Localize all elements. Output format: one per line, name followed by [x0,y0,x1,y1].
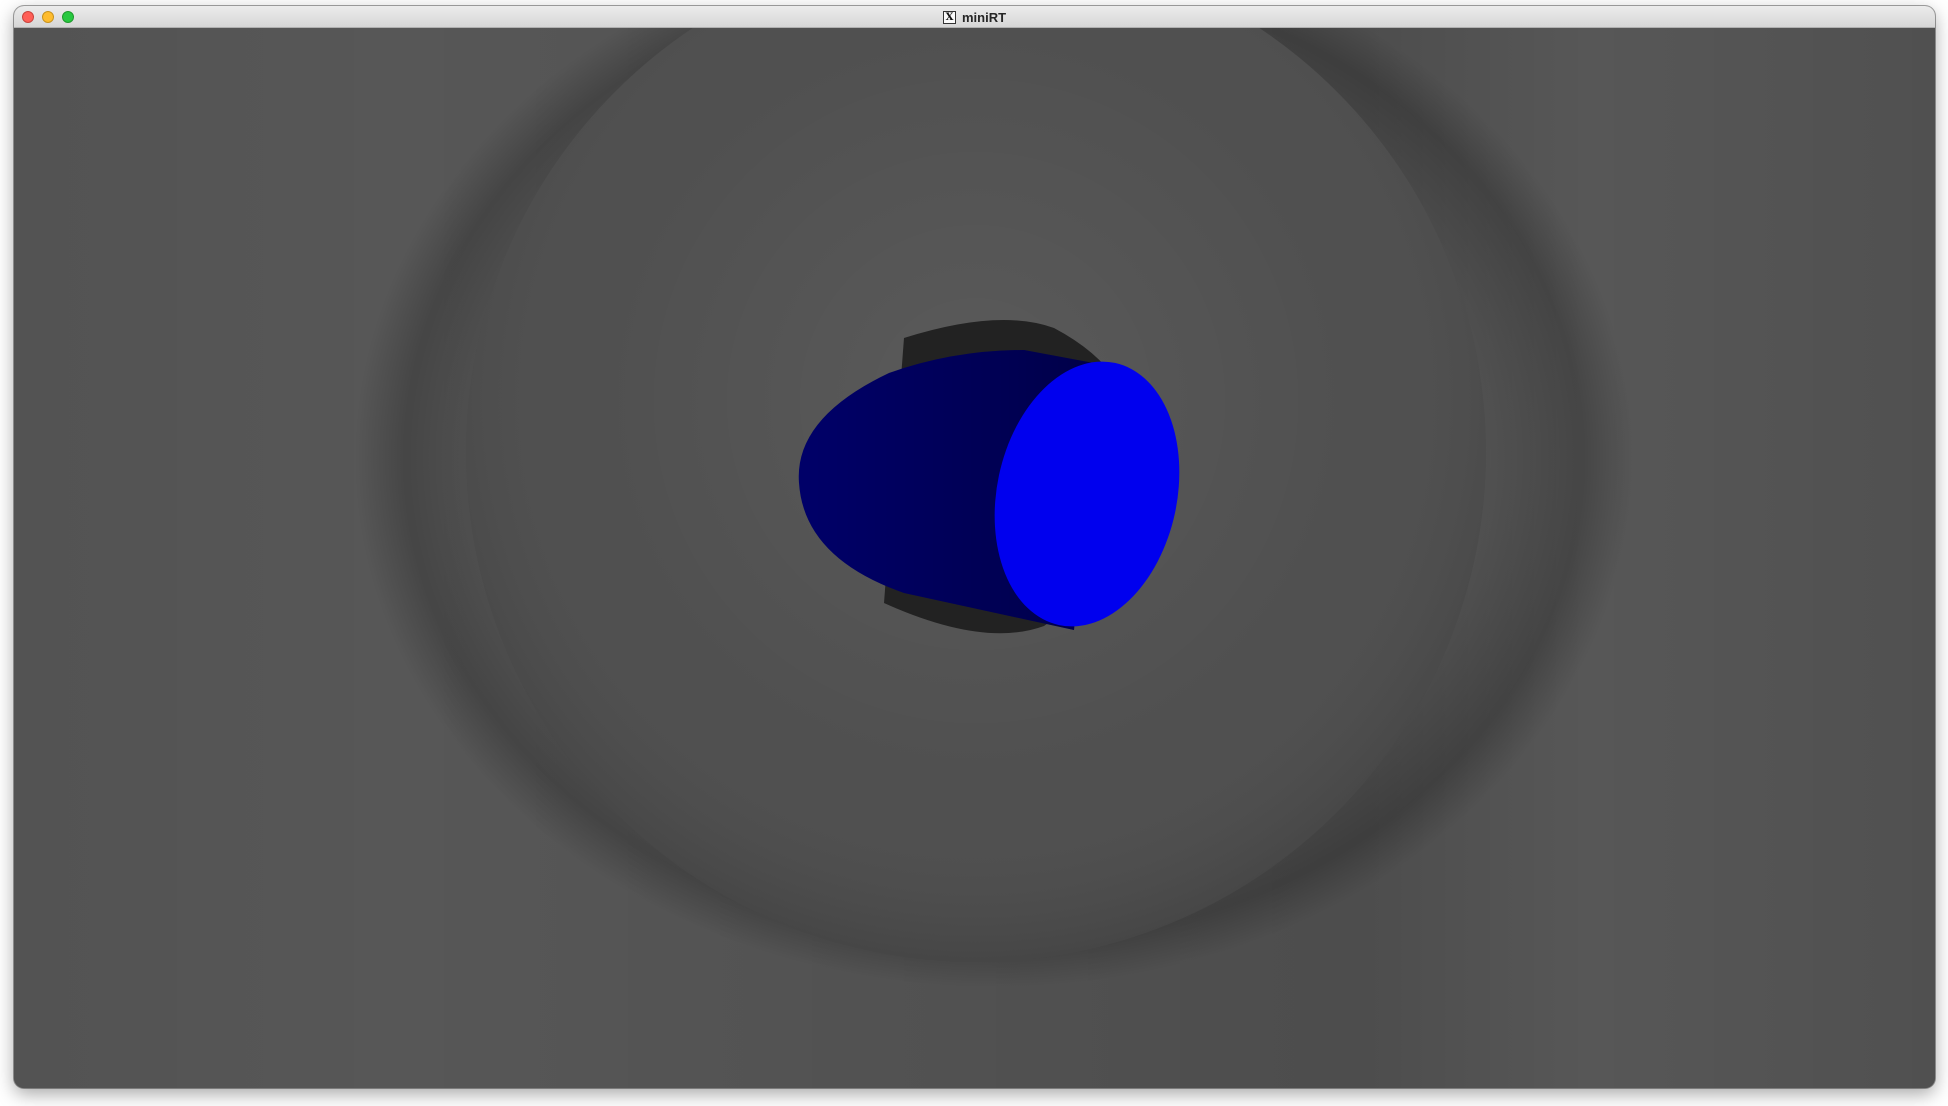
title-bar[interactable]: X miniRT [14,6,1935,28]
title-group: X miniRT [14,6,1935,28]
render-viewport [14,28,1935,1088]
minirt-window: X miniRT [14,6,1935,1088]
window-title: miniRT [961,9,1007,25]
x11-icon: X [942,10,956,24]
rendered-scene [14,28,1935,1088]
